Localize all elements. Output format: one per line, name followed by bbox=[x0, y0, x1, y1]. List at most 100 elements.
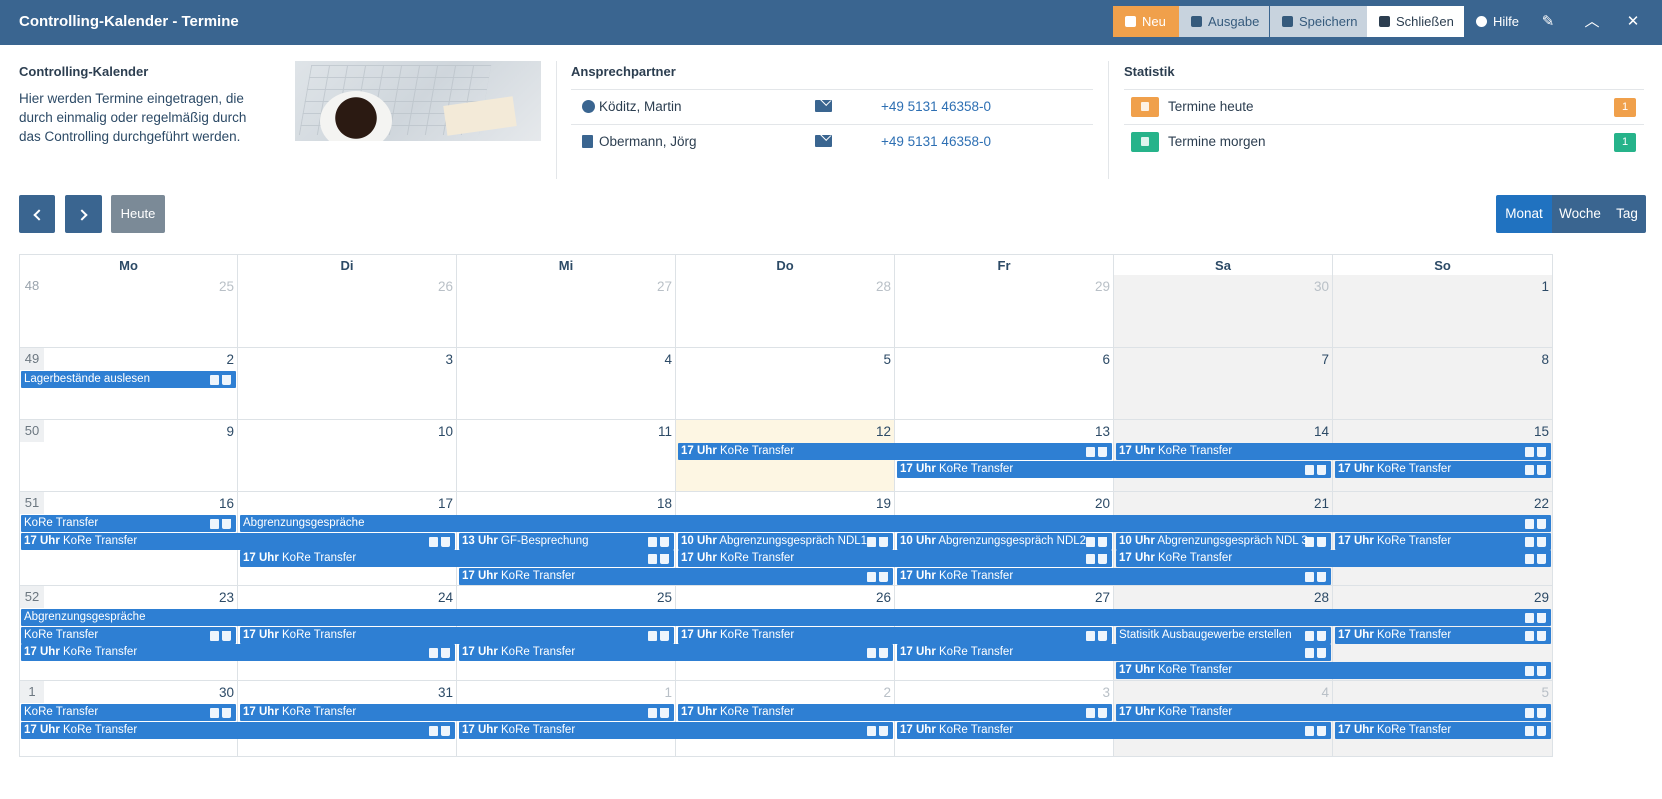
trash-icon[interactable] bbox=[1537, 725, 1546, 736]
calendar-event[interactable]: KoRe Transfer bbox=[21, 515, 236, 532]
calendar-add-icon[interactable] bbox=[1525, 708, 1534, 718]
calendar-add-icon[interactable] bbox=[1086, 536, 1095, 547]
trash-icon[interactable] bbox=[879, 536, 888, 547]
calendar-add-icon[interactable] bbox=[1525, 630, 1534, 641]
calendar-add-icon[interactable] bbox=[867, 648, 876, 659]
trash-icon[interactable] bbox=[1537, 519, 1546, 529]
calendar-event[interactable]: 17 Uhr KoRe Transfer bbox=[1116, 704, 1551, 721]
day-cell[interactable]: 8 bbox=[1333, 348, 1553, 420]
calendar-event[interactable]: 17 Uhr KoRe Transfer bbox=[897, 721, 1331, 739]
trash-icon[interactable] bbox=[879, 648, 888, 659]
calendar-event[interactable]: 17 Uhr KoRe Transfer bbox=[897, 644, 1331, 662]
trash-icon[interactable] bbox=[441, 648, 450, 659]
calendar-add-icon[interactable] bbox=[867, 536, 876, 547]
calendar-event[interactable]: 17 Uhr KoRe Transfer bbox=[459, 644, 893, 662]
trash-icon[interactable] bbox=[1317, 725, 1326, 736]
day-cell[interactable]: 29 bbox=[895, 275, 1114, 348]
calendar-event[interactable]: 17 Uhr KoRe Transfer bbox=[1335, 532, 1551, 550]
calendar-add-icon[interactable] bbox=[429, 725, 438, 736]
help-button[interactable]: Hilfe bbox=[1464, 6, 1522, 37]
contact-phone[interactable]: +49 5131 46358-0 bbox=[881, 134, 991, 149]
trash-icon[interactable] bbox=[660, 536, 669, 547]
calendar-event[interactable]: 17 Uhr KoRe Transfer bbox=[897, 460, 1331, 478]
calendar-event[interactable]: 17 Uhr KoRe Transfer bbox=[1116, 443, 1551, 460]
calendar-add-icon[interactable] bbox=[1305, 630, 1314, 641]
calendar-add-icon[interactable] bbox=[1525, 725, 1534, 736]
calendar-add-icon[interactable] bbox=[1086, 554, 1095, 565]
day-cell[interactable]: 6 bbox=[895, 348, 1114, 420]
calendar-event[interactable]: 17 Uhr KoRe Transfer bbox=[240, 626, 674, 644]
pencil-icon[interactable]: ✎ bbox=[1538, 12, 1558, 32]
trash-icon[interactable] bbox=[1317, 572, 1326, 583]
calendar-event[interactable]: Abgrenzungsgespräche bbox=[240, 515, 1551, 532]
calendar-event[interactable]: KoRe Transfer bbox=[21, 626, 236, 644]
trash-icon[interactable] bbox=[1537, 464, 1546, 475]
trash-icon[interactable] bbox=[222, 630, 231, 641]
calendar-add-icon[interactable] bbox=[1305, 572, 1314, 583]
trash-icon[interactable] bbox=[1098, 536, 1107, 547]
view-week-button[interactable]: Woche bbox=[1552, 195, 1608, 233]
calendar-event[interactable]: 10 Uhr Abgrenzungsgespräch NDL 3 bbox=[1116, 532, 1331, 550]
calendar-add-icon[interactable] bbox=[648, 554, 657, 565]
day-cell[interactable]: 7 bbox=[1114, 348, 1333, 420]
view-day-button[interactable]: Tag bbox=[1608, 195, 1646, 233]
calendar-event[interactable]: 17 Uhr KoRe Transfer bbox=[678, 626, 1112, 644]
trash-icon[interactable] bbox=[1537, 447, 1546, 457]
trash-icon[interactable] bbox=[1317, 648, 1326, 659]
day-cell[interactable]: 9 50 bbox=[19, 420, 238, 492]
trash-icon[interactable] bbox=[1317, 536, 1326, 547]
day-cell[interactable]: 27 bbox=[457, 275, 676, 348]
chevron-up-icon[interactable]: ︿ bbox=[1582, 12, 1602, 32]
trash-icon[interactable] bbox=[1098, 630, 1107, 641]
trash-icon[interactable] bbox=[879, 725, 888, 736]
trash-icon[interactable] bbox=[1317, 464, 1326, 475]
calendar-add-icon[interactable] bbox=[867, 725, 876, 736]
trash-icon[interactable] bbox=[441, 725, 450, 736]
trash-icon[interactable] bbox=[1098, 554, 1107, 565]
view-month-button[interactable]: Monat bbox=[1496, 195, 1552, 233]
trash-icon[interactable] bbox=[1537, 536, 1546, 547]
calendar-add-icon[interactable] bbox=[1086, 708, 1095, 718]
close-icon[interactable]: ✕ bbox=[1623, 12, 1643, 32]
trash-icon[interactable] bbox=[660, 554, 669, 565]
calendar-event[interactable]: Abgrenzungsgespräche bbox=[21, 609, 1551, 626]
calendar-add-icon[interactable] bbox=[648, 536, 657, 547]
calendar-add-icon[interactable] bbox=[1525, 554, 1534, 565]
calendar-event[interactable]: 17 Uhr KoRe Transfer bbox=[897, 568, 1331, 586]
today-button[interactable]: Heute bbox=[111, 195, 165, 233]
day-cell[interactable]: 30 bbox=[1114, 275, 1333, 348]
calendar-add-icon[interactable] bbox=[210, 375, 219, 385]
trash-icon[interactable] bbox=[1537, 666, 1546, 677]
calendar-event[interactable]: 17 Uhr KoRe Transfer bbox=[240, 550, 674, 568]
calendar-add-icon[interactable] bbox=[1305, 648, 1314, 659]
day-cell[interactable]: 3 bbox=[238, 348, 457, 420]
day-cell[interactable]: 1 bbox=[1333, 275, 1553, 348]
calendar-event[interactable]: 17 Uhr KoRe Transfer bbox=[678, 550, 1112, 568]
calendar-add-icon[interactable] bbox=[1305, 725, 1314, 736]
calendar-add-icon[interactable] bbox=[867, 572, 876, 583]
print-button[interactable]: Ausgabe bbox=[1179, 6, 1269, 37]
calendar-event[interactable]: 17 Uhr KoRe Transfer bbox=[21, 721, 455, 739]
calendar-add-icon[interactable] bbox=[429, 648, 438, 659]
calendar-add-icon[interactable] bbox=[1525, 666, 1534, 677]
trash-icon[interactable] bbox=[222, 375, 231, 385]
calendar-event[interactable]: 17 Uhr KoRe Transfer bbox=[459, 568, 893, 586]
calendar-event[interactable]: 17 Uhr KoRe Transfer bbox=[1335, 721, 1551, 739]
calendar-event[interactable]: 17 Uhr KoRe Transfer bbox=[1116, 662, 1551, 680]
calendar-add-icon[interactable] bbox=[1305, 536, 1314, 547]
new-button[interactable]: Neu bbox=[1113, 6, 1179, 37]
calendar-event[interactable]: 17 Uhr KoRe Transfer bbox=[21, 532, 455, 550]
calendar-event[interactable]: KoRe Transfer bbox=[21, 704, 236, 721]
calendar-event[interactable]: 17 Uhr KoRe Transfer bbox=[21, 644, 455, 662]
day-cell[interactable]: 25 48 bbox=[19, 275, 238, 348]
trash-icon[interactable] bbox=[660, 708, 669, 718]
calendar-add-icon[interactable] bbox=[1086, 447, 1095, 457]
trash-icon[interactable] bbox=[1537, 613, 1546, 623]
calendar-add-icon[interactable] bbox=[1525, 536, 1534, 547]
calendar-add-icon[interactable] bbox=[210, 630, 219, 641]
calendar-event[interactable]: 17 Uhr KoRe Transfer bbox=[678, 704, 1112, 721]
trash-icon[interactable] bbox=[222, 519, 231, 529]
day-cell[interactable]: 28 bbox=[676, 275, 895, 348]
calendar-event[interactable]: Statisitk Ausbaugewerbe erstellen bbox=[1116, 626, 1331, 644]
trash-icon[interactable] bbox=[1098, 708, 1107, 718]
